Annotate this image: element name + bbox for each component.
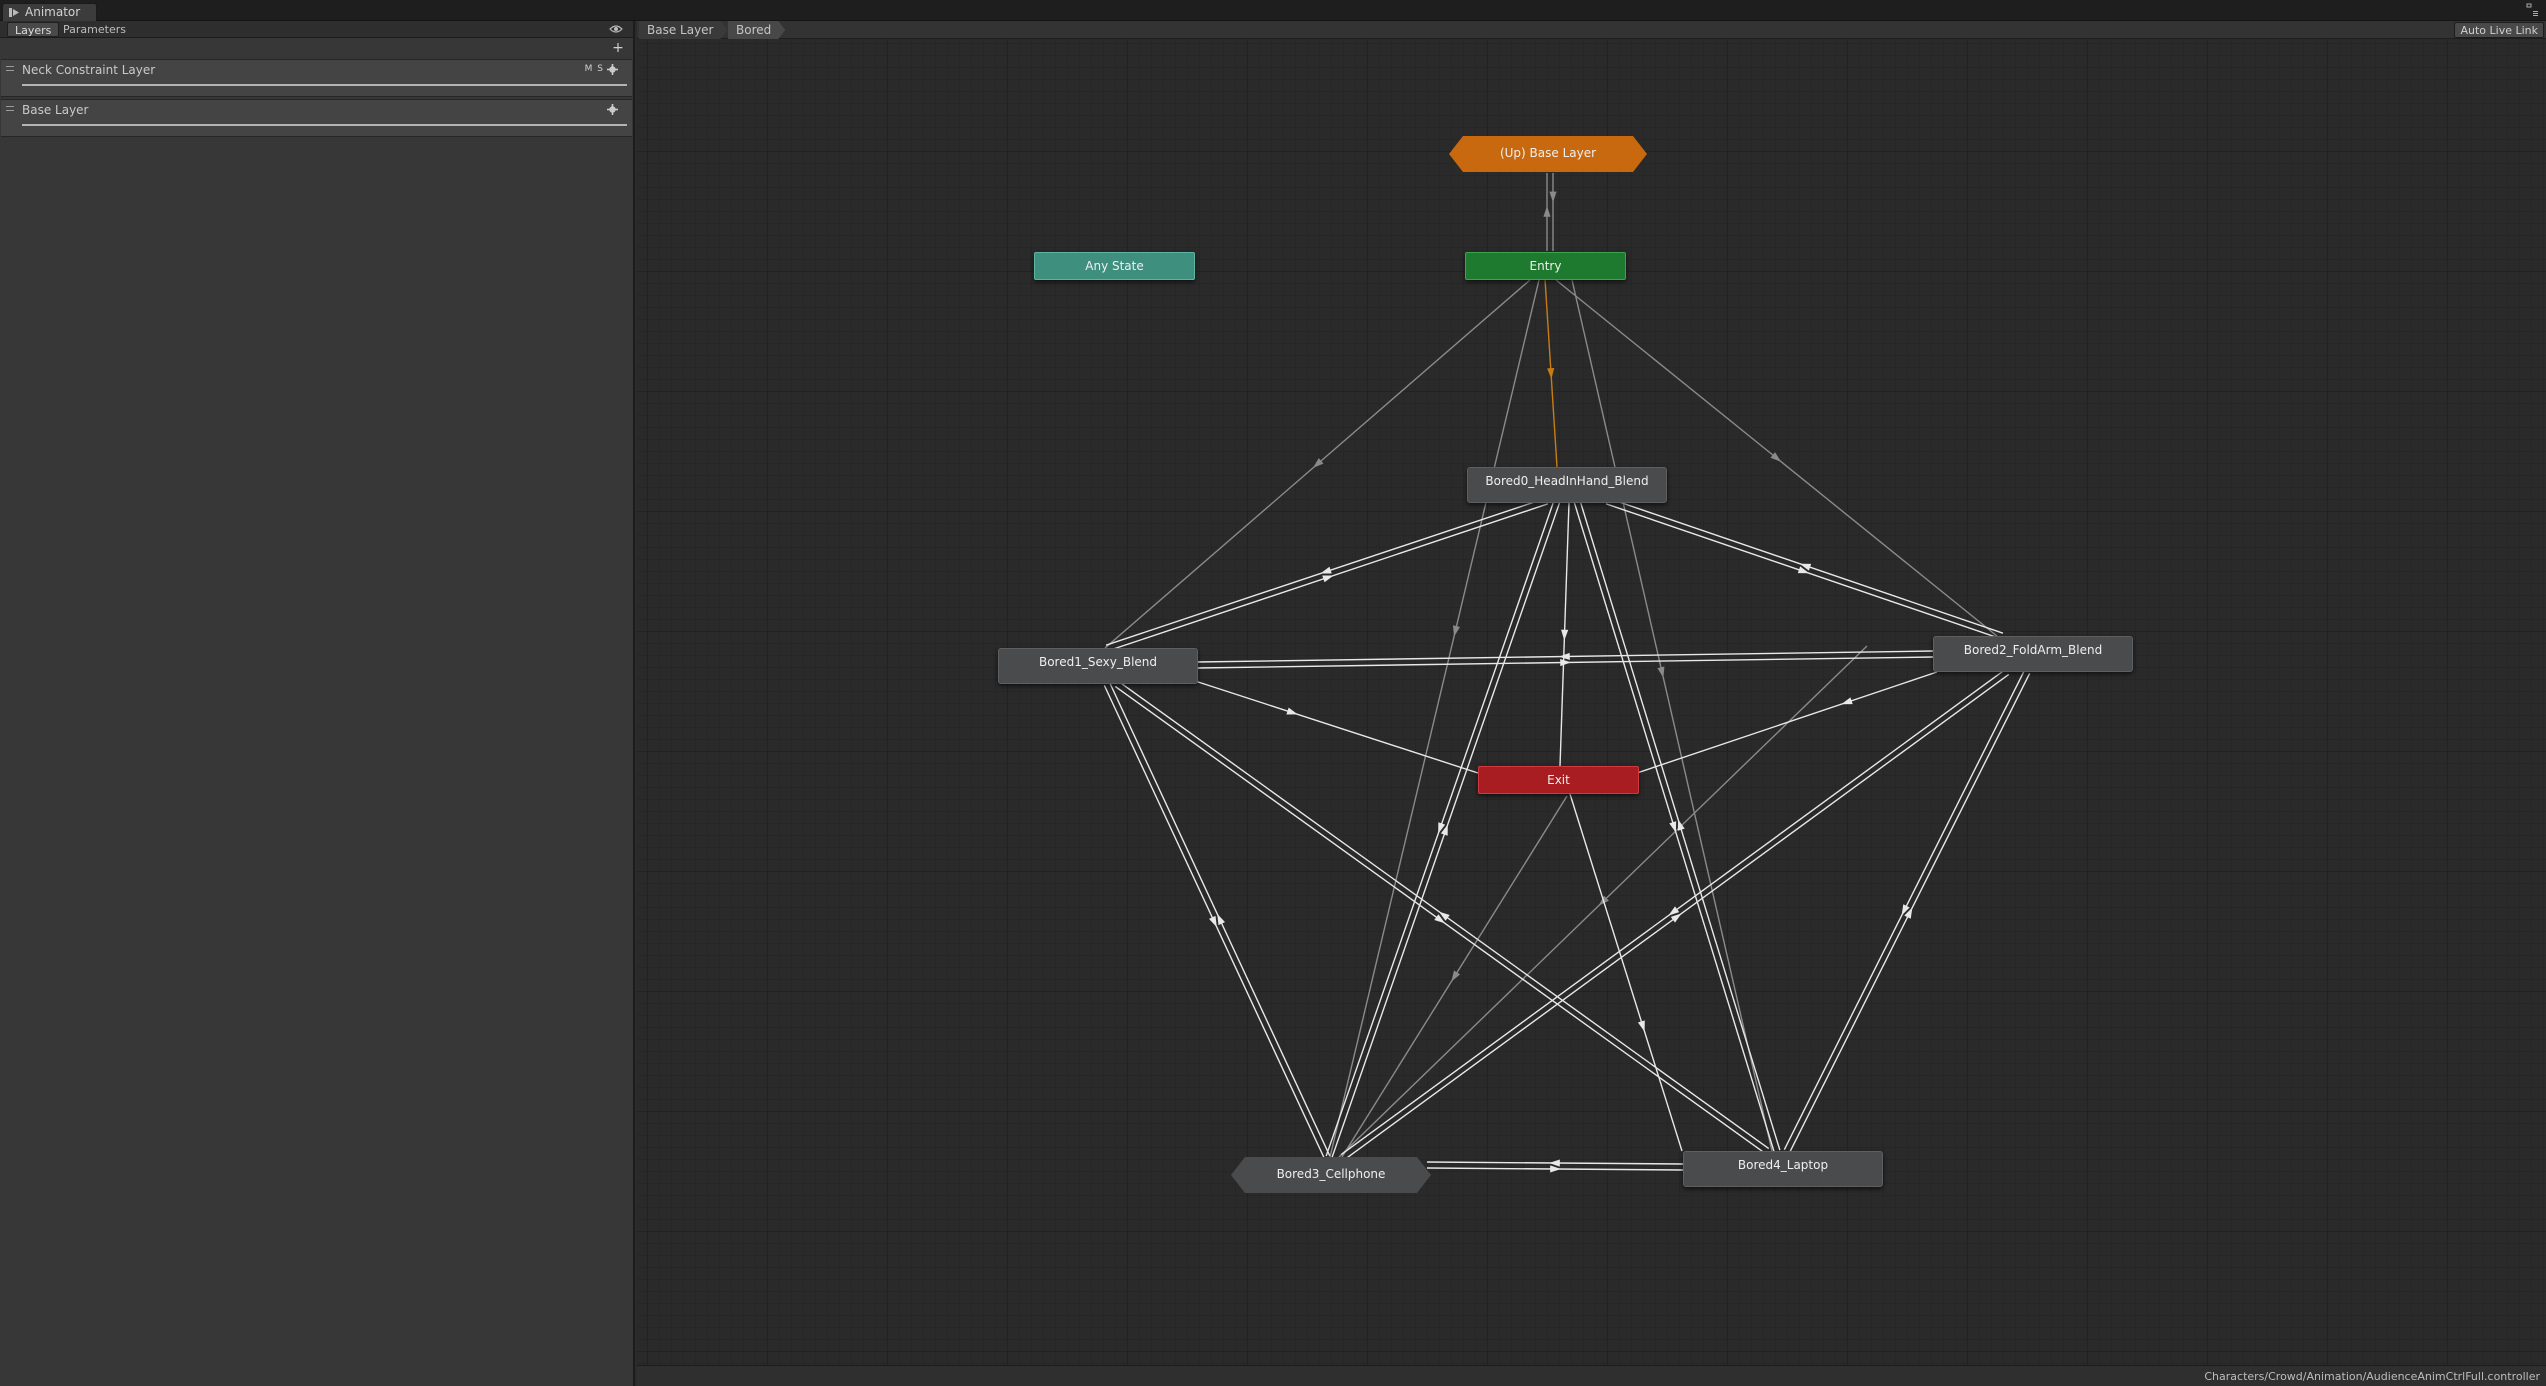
- breadcrumb-bored[interactable]: Bored: [728, 21, 785, 39]
- bored0-bored2-transition-forward[interactable]: [1605, 503, 2002, 640]
- gear-icon[interactable]: [607, 104, 618, 115]
- breadcrumb-base-layer[interactable]: Base Layer: [639, 21, 728, 39]
- layer-weight-slider[interactable]: [22, 124, 627, 126]
- state-machine-bored3-cellphone[interactable]: Bored3_Cellphone: [1231, 1157, 1431, 1193]
- layer-name: Neck Constraint Layer: [22, 63, 156, 77]
- layer-item-neck-constraint[interactable]: Neck Constraint Layer M S: [1, 59, 632, 97]
- transition-arrow-icon: [1561, 629, 1569, 641]
- animator-tab-label: Animator: [25, 5, 81, 19]
- layer-sync-badge: M S: [584, 64, 604, 74]
- entry-to-bored1-transition[interactable]: [1104, 279, 1531, 649]
- gear-icon[interactable]: [607, 64, 618, 75]
- transition-arrow-icon: [1543, 206, 1551, 217]
- transition-arrow-icon: [1669, 821, 1677, 833]
- add-layer-button[interactable]: +: [611, 41, 625, 56]
- auto-live-link-button[interactable]: Auto Live Link: [2454, 22, 2544, 38]
- transition-arrow-icon: [1841, 697, 1853, 705]
- bored1-to-exit-transition[interactable]: [1191, 679, 1479, 774]
- bored0-bored2-transition-back[interactable]: [1607, 497, 2004, 634]
- transition-arrow-icon: [1453, 625, 1461, 637]
- exit-node[interactable]: Exit: [1478, 766, 1639, 794]
- tab-layers[interactable]: Layers: [7, 22, 60, 37]
- bored3-bored4-transition-forward[interactable]: [1426, 1165, 1683, 1173]
- animator-window: Animator Layers Parameters + Neck Constr…: [0, 0, 2546, 1386]
- transition-arrow-icon: [1657, 666, 1665, 678]
- up-base-layer-state[interactable]: (Up) Base Layer: [1449, 136, 1647, 172]
- window-menu-icon[interactable]: [2524, 2, 2540, 18]
- breadcrumb: Base Layer Bored Auto Live Link: [637, 21, 2546, 39]
- default-transition[interactable]: [1544, 278, 1558, 468]
- bored2-bored3-transition-forward[interactable]: [1340, 669, 2006, 1156]
- state-machine-graph[interactable]: Base Layer Bored Auto Live Link (Up) Bas…: [637, 21, 2546, 1365]
- exit-bored3-transition[interactable]: [1341, 795, 1568, 1158]
- bored4-exit-transition[interactable]: [1569, 793, 1683, 1152]
- bored3-bored4-transition-back[interactable]: [1427, 1159, 1684, 1167]
- state-bored4-laptop[interactable]: Bored4_Laptop: [1683, 1151, 1883, 1187]
- state-bored1-sexy-blend[interactable]: Bored1_Sexy_Blend: [998, 648, 1198, 684]
- tab-parameters[interactable]: Parameters: [56, 22, 133, 37]
- state-bored0-headinhand-blend[interactable]: Bored0_HeadInHand_Blend: [1467, 467, 1667, 503]
- bored0-bored1-transition-back[interactable]: [1107, 503, 1549, 652]
- transitions-layer: [1103, 173, 2031, 1173]
- panel-tabs: Layers Parameters: [0, 21, 633, 38]
- transition-arrow-icon: [1677, 819, 1685, 831]
- bored1-bored2-transition-forward[interactable]: [1197, 656, 1934, 669]
- bored2-to-exit-transition[interactable]: [1636, 671, 1938, 774]
- transition-arrow-icon: [1208, 915, 1217, 928]
- transition-arrow-icon: [1217, 913, 1226, 926]
- state-bored2-foldarm-blend[interactable]: Bored2_FoldArm_Blend: [1933, 636, 2133, 672]
- transition-arrow-icon: [1637, 1020, 1645, 1032]
- status-bar: Characters/Crowd/Animation/AudienceAnimC…: [637, 1365, 2546, 1386]
- bored0-bored3-transition-back[interactable]: [1331, 501, 1561, 1159]
- bored2-bored4-transition-back[interactable]: [1789, 673, 2031, 1153]
- controller-path: Characters/Crowd/Animation/AudienceAnimC…: [2204, 1370, 2540, 1383]
- entry-to-bored3-transition[interactable]: [1329, 279, 1540, 1158]
- transition-arrow-icon: [1560, 658, 1572, 667]
- animator-icon: [9, 8, 19, 17]
- up-to-entry-transition[interactable]: [1549, 173, 1557, 251]
- any-state-node[interactable]: Any State: [1034, 252, 1195, 280]
- layer-name: Base Layer: [22, 103, 89, 117]
- layers-panel: Layers Parameters + Neck Constraint Laye…: [0, 21, 635, 1386]
- drag-handle-icon[interactable]: [6, 106, 14, 111]
- transition-arrow-icon: [1320, 566, 1332, 574]
- layer-toolbar: +: [0, 39, 633, 59]
- bored0-to-exit-transition[interactable]: [1559, 502, 1570, 767]
- transition-arrow-icon: [1549, 191, 1557, 203]
- transition-arrow-icon: [1286, 707, 1298, 715]
- layer-weight-slider[interactable]: [22, 84, 627, 86]
- bored1-bored3-transition-forward[interactable]: [1103, 684, 1325, 1159]
- bored1-bored2-transition-back[interactable]: [1196, 650, 1933, 663]
- bored0-bored3-transition-forward[interactable]: [1325, 499, 1555, 1157]
- layer-item-base[interactable]: Base Layer: [1, 99, 632, 137]
- animator-tab[interactable]: Animator: [2, 3, 98, 21]
- window-tab-bar: Animator: [0, 0, 2546, 21]
- bored1-bored4-transition-back[interactable]: [1118, 680, 1770, 1150]
- transition-arrow-icon: [1451, 970, 1461, 982]
- bored0-bored4-transition-back[interactable]: [1579, 499, 1781, 1151]
- entry-node[interactable]: Entry: [1465, 252, 1626, 280]
- transition-arrow-icon: [1322, 575, 1334, 583]
- entry-to-bored4-transition[interactable]: [1571, 279, 1773, 1152]
- entry-to-bored2-transition[interactable]: [1555, 279, 1998, 637]
- bored0-bored1-transition-forward[interactable]: [1105, 497, 1547, 646]
- transition-arrow-icon: [1668, 906, 1680, 916]
- bored0-bored4-transition-forward[interactable]: [1573, 501, 1775, 1153]
- entry-to-up-transition[interactable]: [1543, 173, 1551, 251]
- eye-icon[interactable]: [609, 23, 623, 35]
- transition-arrow-icon: [1670, 913, 1682, 923]
- drag-handle-icon[interactable]: [6, 66, 14, 71]
